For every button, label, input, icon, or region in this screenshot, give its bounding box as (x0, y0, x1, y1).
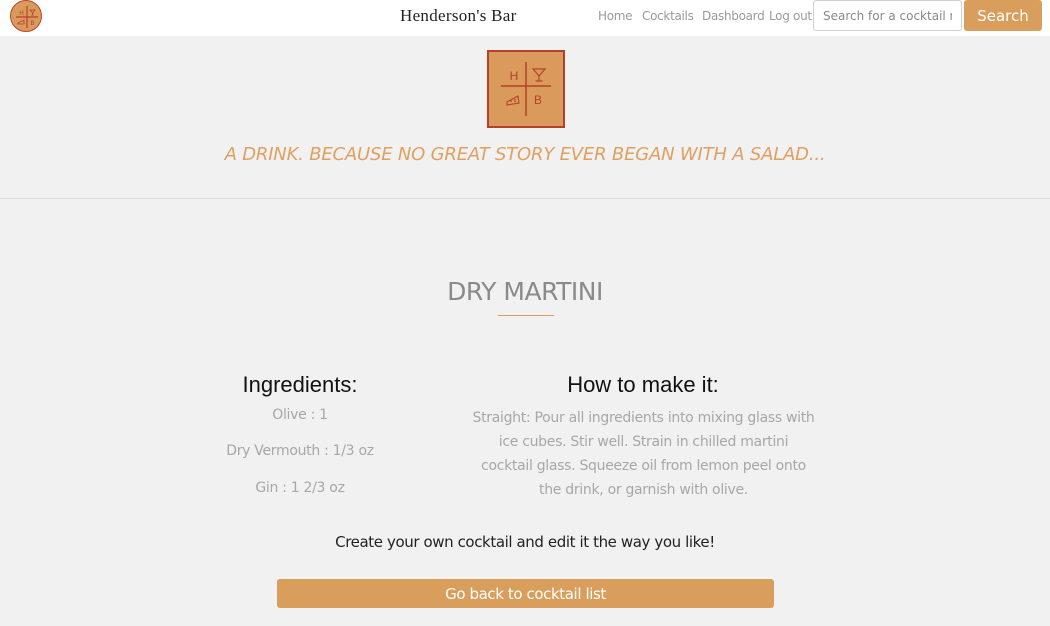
ingredient-item: Dry Vermouth : 1/3 oz (226, 443, 374, 459)
cocktail-title: DRY MARTINI (447, 277, 603, 306)
search-input[interactable] (813, 0, 962, 31)
hb-logo-icon: H B (16, 6, 38, 28)
brand-logo[interactable]: H B (10, 0, 42, 32)
svg-text:B: B (30, 21, 34, 27)
nav-link-dashboard[interactable]: Dashboard (702, 9, 765, 23)
svg-text:H: H (19, 11, 23, 17)
method-text: Straight: Pour all ingredients into mixi… (472, 410, 815, 498)
method-heading: How to make it: (567, 372, 719, 397)
svg-text:B: B (534, 93, 542, 107)
hb-logo-icon: H B (501, 62, 551, 116)
title-divider (498, 315, 554, 316)
ingredient-item: Olive : 1 (272, 407, 328, 423)
navbar: H B Henderson's Bar Home Cocktails Dashb… (0, 0, 1050, 36)
svg-text:H: H (510, 69, 519, 83)
hero-section: H B A DRINK. BECAUSE NO GREAT STORY EVER… (0, 36, 1050, 199)
search-button[interactable]: Search (964, 0, 1042, 31)
hero-logo: H B (487, 50, 565, 128)
ingredient-item: Gin : 1 2/3 oz (255, 480, 345, 496)
nav-link-cocktails[interactable]: Cocktails (642, 9, 694, 23)
nav-link-logout[interactable]: Log out (769, 9, 812, 23)
brand-title[interactable]: Henderson's Bar (400, 6, 517, 26)
ingredients-heading: Ingredients: (242, 372, 358, 397)
nav-link-home[interactable]: Home (598, 9, 633, 23)
back-to-list-button[interactable]: Go back to cocktail list (277, 579, 774, 608)
create-cocktail-text: Create your own cocktail and edit it the… (335, 533, 715, 551)
tagline: A DRINK. BECAUSE NO GREAT STORY EVER BEG… (224, 144, 826, 165)
